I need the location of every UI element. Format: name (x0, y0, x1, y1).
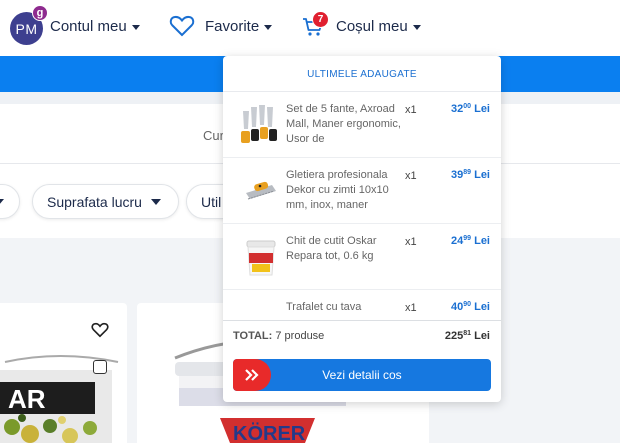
account-label: Contul meu (50, 18, 127, 35)
cart-dropdown-title: ULTIMELE ADAUGATE (307, 69, 417, 80)
filter-chip-suprafata[interactable]: Suprafata lucru (32, 184, 179, 219)
cart-item-qty: x1 (405, 170, 417, 182)
brand-text: AR (8, 384, 46, 414)
cart-item[interactable]: Set de 5 fante, Axroad Mall, Maner ergon… (223, 92, 501, 158)
cart-item[interactable]: Chit de cutit Oskar Repara tot, 0.6 kg x… (223, 224, 501, 290)
cart-item[interactable]: Trafalet cu tava x1 4090 Lei (223, 290, 501, 320)
filter-chip-label: Suprafata lucru (47, 193, 142, 210)
cart-total-label: TOTAL: 7 produse (233, 330, 325, 342)
cart-item-price: 4090 Lei (450, 301, 490, 313)
cart-items-list[interactable]: Set de 5 fante, Axroad Mall, Maner ergon… (223, 92, 501, 320)
view-cart-details-button[interactable]: Vezi detalii cos (233, 359, 491, 391)
brand-text: KÖRER (233, 422, 306, 443)
cart-item-name[interactable]: Gletiera profesionala Dekor cu zimti 10x… (286, 168, 401, 213)
cart-count-badge: 7 (312, 11, 329, 28)
cart-item-name[interactable]: Trafalet cu tava (286, 300, 401, 315)
top-header: PM g Contul meu Favorite 7 Coșul meu (0, 0, 620, 56)
chevron-down-icon (264, 25, 273, 30)
double-chevron-right-icon (233, 359, 271, 391)
cart-item-qty: x1 (405, 302, 417, 314)
filter-heading-partial: Cur (203, 128, 224, 143)
cart-item-price: 3200 Lei (450, 103, 490, 115)
view-cart-details-label: Vezi detalii cos (322, 368, 402, 382)
chevron-down-icon (0, 198, 4, 205)
avatar-badge: g (32, 5, 48, 21)
favorites-label: Favorite (205, 18, 260, 35)
cart-item-name[interactable]: Chit de cutit Oskar Repara tot, 0.6 kg (286, 234, 401, 264)
cart-total-amount: 22581 Lei (444, 330, 490, 342)
cart-dropdown: ULTIMELE ADAUGATE Set de 5 fante, Axroad… (223, 56, 501, 402)
cart-label: Coșul meu (336, 18, 408, 35)
cart-menu[interactable]: Coșul meu (336, 18, 421, 35)
heart-icon[interactable] (91, 322, 109, 338)
chevron-down-icon (412, 25, 421, 30)
product-thumbnail (246, 181, 276, 200)
chevron-down-icon (131, 25, 140, 30)
account-menu[interactable]: Contul meu (50, 18, 140, 35)
cart-item-qty: x1 (405, 104, 417, 116)
cart-item-qty: x1 (405, 236, 417, 248)
chevron-down-icon (150, 198, 161, 205)
product-thumbnail (246, 240, 276, 276)
divider (223, 320, 501, 321)
product-thumbnail (241, 105, 277, 143)
cart-item-price: 2499 Lei (450, 235, 490, 247)
heart-icon[interactable] (169, 15, 195, 37)
favorites-menu[interactable]: Favorite (205, 18, 273, 35)
product-thumbnail (238, 299, 284, 320)
cart-item-name[interactable]: Set de 5 fante, Axroad Mall, Maner ergon… (286, 102, 401, 147)
compare-checkbox[interactable] (93, 360, 107, 374)
filter-chip-label: Util (201, 193, 222, 210)
cart-item[interactable]: Gletiera profesionala Dekor cu zimti 10x… (223, 158, 501, 224)
cart-item-price: 3989 Lei (450, 169, 490, 181)
